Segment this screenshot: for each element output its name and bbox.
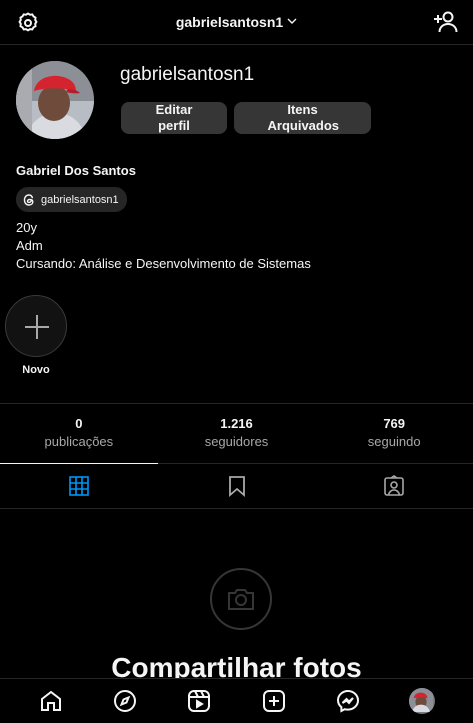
- stat-label: seguindo: [367, 434, 421, 449]
- avatar-photo: [408, 688, 433, 712]
- stat-value: 0: [75, 416, 83, 431]
- camera-icon: [228, 589, 254, 610]
- profile-tabs: [0, 463, 473, 509]
- tagged-icon: [384, 475, 404, 496]
- bio-line: Adm: [16, 238, 43, 253]
- saved-icon: [228, 476, 245, 497]
- create-icon: [262, 690, 285, 712]
- nav-messages[interactable]: [334, 687, 362, 715]
- top-bar: gabrielsantosn1: [0, 0, 473, 45]
- stat-posts: 0 publicações: [0, 404, 158, 463]
- new-highlight-label: Novo: [22, 364, 50, 376]
- full-name: Gabriel Dos Santos: [16, 163, 136, 178]
- tab-posts[interactable]: [0, 463, 158, 508]
- header-username: gabrielsantosn1: [175, 14, 284, 30]
- plus-icon: [25, 315, 49, 339]
- archive-button[interactable]: Itens Arquivados: [234, 102, 371, 134]
- tab-saved[interactable]: [158, 464, 316, 508]
- profile-username: gabrielsantosn1: [120, 64, 255, 85]
- nav-create[interactable]: [260, 687, 288, 715]
- grid-icon: [69, 476, 89, 496]
- stat-followers[interactable]: 1.216 seguidores: [158, 404, 316, 463]
- edit-profile-button[interactable]: Editar perfil: [121, 102, 227, 134]
- threads-handle: gabrielsantosn1: [41, 193, 119, 206]
- stat-following[interactable]: 769 seguindo: [315, 404, 473, 463]
- new-highlight-button[interactable]: [5, 295, 67, 357]
- bio-line: 20y: [16, 220, 37, 235]
- nav-home[interactable]: [37, 687, 65, 715]
- bottom-nav: [0, 678, 473, 723]
- nav-reels[interactable]: [185, 687, 213, 715]
- stat-label: seguidores: [204, 434, 269, 449]
- chevron-down-icon: [287, 18, 297, 24]
- stat-value: 1.216: [220, 416, 253, 431]
- compass-icon: [114, 690, 137, 712]
- bio-line: Cursando: Análise e Desenvolvimento de S…: [16, 256, 311, 271]
- nav-explore[interactable]: [111, 687, 139, 715]
- home-icon: [41, 690, 62, 711]
- threads-icon: [23, 193, 34, 206]
- account-switcher[interactable]: gabrielsantosn1: [0, 14, 473, 30]
- reels-icon: [188, 690, 211, 712]
- profile-stats: 0 publicações 1.216 seguidores 769 segui…: [0, 403, 473, 463]
- bio: 20y Adm Cursando: Análise e Desenvolvime…: [16, 219, 311, 273]
- stat-label: publicações: [44, 434, 114, 449]
- avatar-photo: [16, 61, 94, 139]
- add-user-icon[interactable]: [433, 10, 459, 34]
- empty-state-camera: [210, 568, 272, 630]
- nav-profile[interactable]: [408, 687, 436, 715]
- nav-avatar: [408, 688, 435, 714]
- tab-tagged[interactable]: [315, 464, 473, 508]
- stat-value: 769: [383, 416, 406, 431]
- messenger-icon: [336, 689, 359, 713]
- profile-avatar[interactable]: [16, 61, 94, 139]
- threads-badge[interactable]: gabrielsantosn1: [16, 187, 127, 212]
